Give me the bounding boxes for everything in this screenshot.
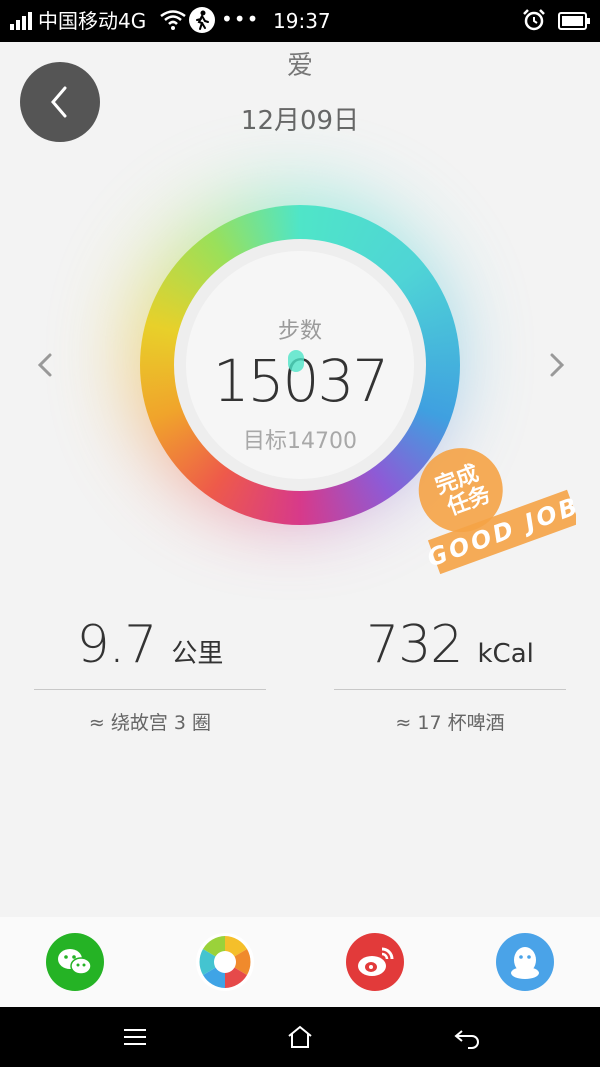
battery-icon <box>558 12 590 30</box>
date-label: 12月09日 <box>240 106 360 136</box>
wifi-icon <box>160 10 186 30</box>
system-back-icon[interactable] <box>452 1023 482 1051</box>
divider <box>34 689 266 690</box>
alarm-icon <box>523 9 545 31</box>
status-bar: 中国移动4G ••• 19:37 <box>0 0 600 42</box>
goal-label: 目标14700 <box>243 429 357 454</box>
progress-marker <box>288 350 304 372</box>
calories-stat: 732 kCal ≈ 17 杯啤酒 <box>334 615 566 735</box>
previous-day-button[interactable] <box>30 350 60 380</box>
calories-equivalent: ≈ 17 杯啤酒 <box>395 712 505 734</box>
distance-stat: 9.7 公里 ≈ 绕故宫 3 圈 <box>34 615 266 735</box>
qq-icon[interactable] <box>496 933 554 991</box>
steps-label: 步数 <box>277 319 322 344</box>
more-notifications-icon: ••• <box>221 7 260 31</box>
page-title: 爱 <box>286 51 313 81</box>
menu-icon[interactable] <box>120 1023 150 1051</box>
carrier-label: 中国移动4G <box>38 9 147 33</box>
good-job-badge: 完成 任务 GOOD JOB <box>418 448 576 575</box>
distance-equivalent: ≈ 绕故宫 3 圈 <box>88 712 212 734</box>
next-day-button[interactable] <box>542 350 572 380</box>
divider <box>334 689 566 690</box>
walking-icon <box>189 7 215 33</box>
share-bar <box>0 917 600 1007</box>
weibo-icon[interactable] <box>346 933 404 991</box>
home-icon[interactable] <box>285 1023 315 1051</box>
signal-icon <box>10 12 32 30</box>
clock: 19:37 <box>273 9 331 33</box>
wechat-icon[interactable] <box>46 933 104 991</box>
calories-value: 732 <box>366 615 463 675</box>
system-nav-bar <box>0 1007 600 1067</box>
distance-value: 9.7 <box>76 615 158 675</box>
moments-icon[interactable] <box>196 933 254 991</box>
calories-unit: kCal <box>477 639 534 669</box>
distance-unit: 公里 <box>171 639 224 669</box>
